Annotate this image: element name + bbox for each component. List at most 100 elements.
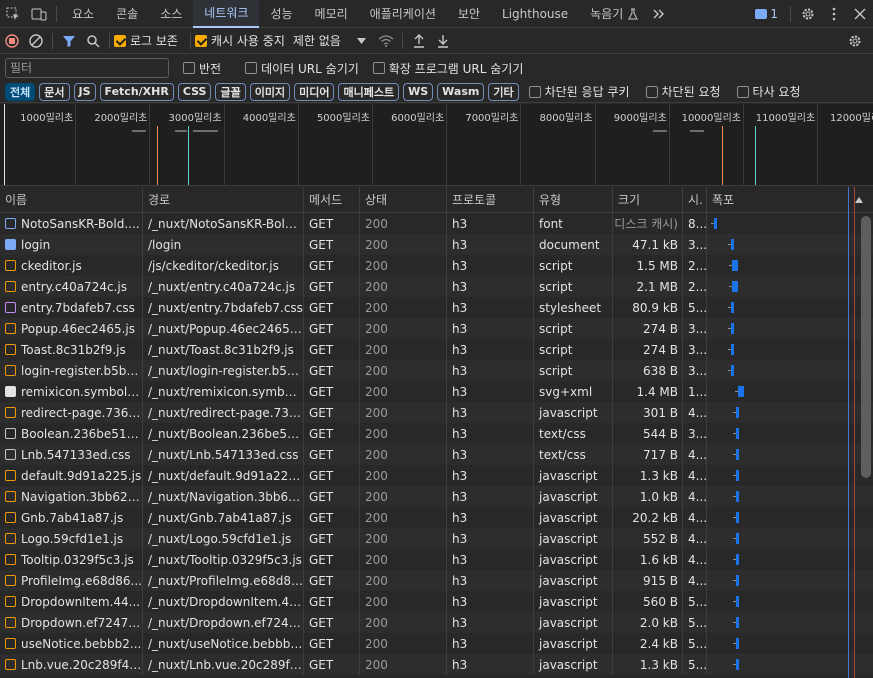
- inspect-element-icon[interactable]: [0, 0, 26, 28]
- scrollbar-thumb[interactable]: [861, 216, 871, 478]
- header-time[interactable]: 시.: [683, 187, 707, 212]
- checkbox-box[interactable]: [736, 85, 749, 98]
- table-row[interactable]: default.9d91a225.js /_nuxt/default.9d91a2…: [0, 465, 873, 486]
- import-har-icon[interactable]: [407, 28, 431, 54]
- request-name[interactable]: ckeditor.js: [0, 255, 143, 276]
- request-name[interactable]: redirect-page.7360...: [0, 402, 143, 423]
- tab-6[interactable]: 애플리케이션: [359, 0, 447, 28]
- request-name[interactable]: Logo.59cfd1e1.js: [0, 528, 143, 549]
- type-chip-11[interactable]: 기타: [488, 82, 519, 101]
- filter-input[interactable]: [5, 58, 169, 78]
- third-party-checkbox[interactable]: 타사 요청: [736, 83, 801, 100]
- table-row[interactable]: Lnb.547133ed.css /_nuxt/Lnb.547133ed.css G…: [0, 444, 873, 465]
- table-row[interactable]: ckeditor.js/js/ckeditor/ckeditor.js GET 20…: [0, 255, 873, 276]
- table-row[interactable]: Popup.46ec2465.js /_nuxt/Popup.46ec2465.j…: [0, 318, 873, 339]
- filter-icon[interactable]: [57, 28, 81, 54]
- header-type[interactable]: 유형: [534, 187, 613, 212]
- request-name[interactable]: Boolean.236be51d...: [0, 423, 143, 444]
- more-tabs-icon[interactable]: [646, 0, 672, 28]
- header-size[interactable]: 크기: [613, 187, 683, 212]
- table-row[interactable]: Boolean.236be51d... /_nuxt/Boolean.236be5…: [0, 423, 873, 444]
- clear-icon[interactable]: [24, 28, 48, 54]
- type-chip-0[interactable]: 전체: [5, 82, 36, 101]
- issues-badge[interactable]: 1: [747, 7, 786, 21]
- network-settings-gear-icon[interactable]: [843, 28, 867, 54]
- request-name[interactable]: ProfileImg.e68d86...: [0, 570, 143, 591]
- type-chip-10[interactable]: Wasm: [437, 82, 485, 101]
- timeline-overview[interactable]: 1000밀리초 2000밀리초 3000밀리초 4000밀리초 5000밀리초 6000밀…: [0, 104, 873, 186]
- request-name[interactable]: Navigation.3bb62c...: [0, 486, 143, 507]
- export-har-icon[interactable]: [431, 28, 455, 54]
- request-name[interactable]: default.9d91a225.js: [0, 465, 143, 486]
- request-name[interactable]: Popup.46ec2465.js: [0, 318, 143, 339]
- table-row[interactable]: DropdownItem.44... /_nuxt/DropdownItem.44…: [0, 591, 873, 612]
- request-name[interactable]: entry.7bdafeb7.css: [0, 297, 143, 318]
- type-chip-1[interactable]: 문서: [39, 82, 70, 101]
- table-row[interactable]: Tooltip.0329f5c3.js /_nuxt/Tooltip.0329f5…: [0, 549, 873, 570]
- request-name[interactable]: Lnb.547133ed.css: [0, 444, 143, 465]
- request-name[interactable]: NotoSansKR-Bold....: [0, 213, 143, 234]
- table-row[interactable]: Lnb.vue.20c289f4.js /_nuxt/Lnb.vue.20c289…: [0, 654, 873, 675]
- tab-5[interactable]: 메모리: [304, 0, 359, 28]
- type-chip-6[interactable]: 이미지: [249, 82, 291, 101]
- header-protocol[interactable]: 프로토콜: [447, 187, 534, 212]
- table-row[interactable]: Navigation.3bb62c... /_nuxt/Navigation.3b…: [0, 486, 873, 507]
- type-chip-3[interactable]: Fetch/XHR: [99, 82, 174, 101]
- checkbox-box[interactable]: [114, 34, 126, 47]
- header-name[interactable]: 이름: [0, 187, 143, 212]
- wifi-conditions-icon[interactable]: [374, 28, 398, 54]
- disable-cache-checkbox[interactable]: 캐시 사용 중지: [194, 32, 285, 49]
- tab-1[interactable]: 콘솔: [105, 0, 149, 28]
- request-name[interactable]: Tooltip.0329f5c3.js: [0, 549, 143, 570]
- table-row[interactable]: Logo.59cfd1e1.js /_nuxt/Logo.59cfd1e1.js G…: [0, 528, 873, 549]
- request-name[interactable]: login: [0, 234, 143, 255]
- table-row[interactable]: useNotice.bebbb2... /_nuxt/useNotice.bebb…: [0, 633, 873, 654]
- type-chip-8[interactable]: 매니페스트: [338, 82, 400, 101]
- request-name[interactable]: entry.c40a724c.js: [0, 276, 143, 297]
- type-chip-7[interactable]: 미디어: [294, 82, 335, 101]
- hide-extension-urls-checkbox[interactable]: 확장 프로그램 URL 숨기기: [372, 60, 523, 77]
- throttle-select[interactable]: 제한 없음: [293, 32, 366, 49]
- checkbox-box[interactable]: [183, 62, 195, 74]
- close-icon[interactable]: [847, 0, 873, 28]
- table-row[interactable]: remixicon.symbol.... /_nuxt/remixicon.sym…: [0, 381, 873, 402]
- checkbox-box[interactable]: [194, 34, 207, 47]
- type-chip-2[interactable]: JS: [73, 82, 96, 101]
- table-row[interactable]: entry.7bdafeb7.css /_nuxt/entry.7bdafeb7.…: [0, 297, 873, 318]
- blocked-requests-checkbox[interactable]: 차단된 요청: [645, 83, 721, 100]
- blocked-cookies-checkbox[interactable]: 차단된 응답 쿠키: [528, 83, 630, 100]
- table-row[interactable]: NotoSansKR-Bold.... /_nuxt/NotoSansKR-Bol…: [0, 213, 873, 234]
- record-stop-icon[interactable]: [0, 28, 24, 54]
- table-row[interactable]: login/login GET 200 h3 document 47.1 kB 3...: [0, 234, 873, 255]
- checkbox-box[interactable]: [645, 85, 658, 98]
- kebab-menu-icon[interactable]: [821, 0, 847, 28]
- request-name[interactable]: useNotice.bebbb2...: [0, 633, 143, 654]
- table-row[interactable]: ProfileImg.e68d86... /_nuxt/ProfileImg.e6…: [0, 570, 873, 591]
- hide-data-urls-checkbox[interactable]: 데이터 URL 숨기기: [245, 60, 359, 77]
- table-row[interactable]: login-register.b5ba... /_nuxt/login-regis…: [0, 360, 873, 381]
- search-icon[interactable]: [81, 28, 105, 54]
- request-name[interactable]: Toast.8c31b2f9.js: [0, 339, 143, 360]
- checkbox-box[interactable]: [372, 62, 385, 74]
- header-status[interactable]: 상태: [360, 187, 447, 212]
- tab-7[interactable]: 보안: [447, 0, 491, 28]
- request-name[interactable]: Gnb.7ab41a87.js: [0, 507, 143, 528]
- invert-checkbox[interactable]: 반전: [183, 60, 221, 77]
- type-chip-5[interactable]: 글꼴: [215, 82, 246, 101]
- table-row[interactable]: Gnb.7ab41a87.js /_nuxt/Gnb.7ab41a87.js GET…: [0, 507, 873, 528]
- request-name[interactable]: remixicon.symbol....: [0, 381, 143, 402]
- request-name[interactable]: Lnb.vue.20c289f4.js: [0, 654, 143, 675]
- gear-icon[interactable]: [795, 0, 821, 28]
- tab-8[interactable]: Lighthouse: [491, 0, 579, 28]
- table-row[interactable]: Toast.8c31b2f9.js /_nuxt/Toast.8c31b2f9.j…: [0, 339, 873, 360]
- request-name[interactable]: DropdownItem.44...: [0, 591, 143, 612]
- tab-2[interactable]: 소스: [149, 0, 193, 28]
- device-toggle-icon[interactable]: [26, 0, 52, 28]
- table-row[interactable]: redirect-page.7360... /_nuxt/redirect-pag…: [0, 402, 873, 423]
- type-chip-9[interactable]: WS: [403, 82, 434, 101]
- tab-0[interactable]: 요소: [61, 0, 105, 28]
- header-path[interactable]: 경로: [143, 187, 304, 212]
- tab-4[interactable]: 성능: [259, 0, 303, 28]
- table-row[interactable]: Dropdown.ef7247c... /_nuxt/Dropdown.ef724…: [0, 612, 873, 633]
- table-row[interactable]: entry.c40a724c.js /_nuxt/entry.c40a724c.j…: [0, 276, 873, 297]
